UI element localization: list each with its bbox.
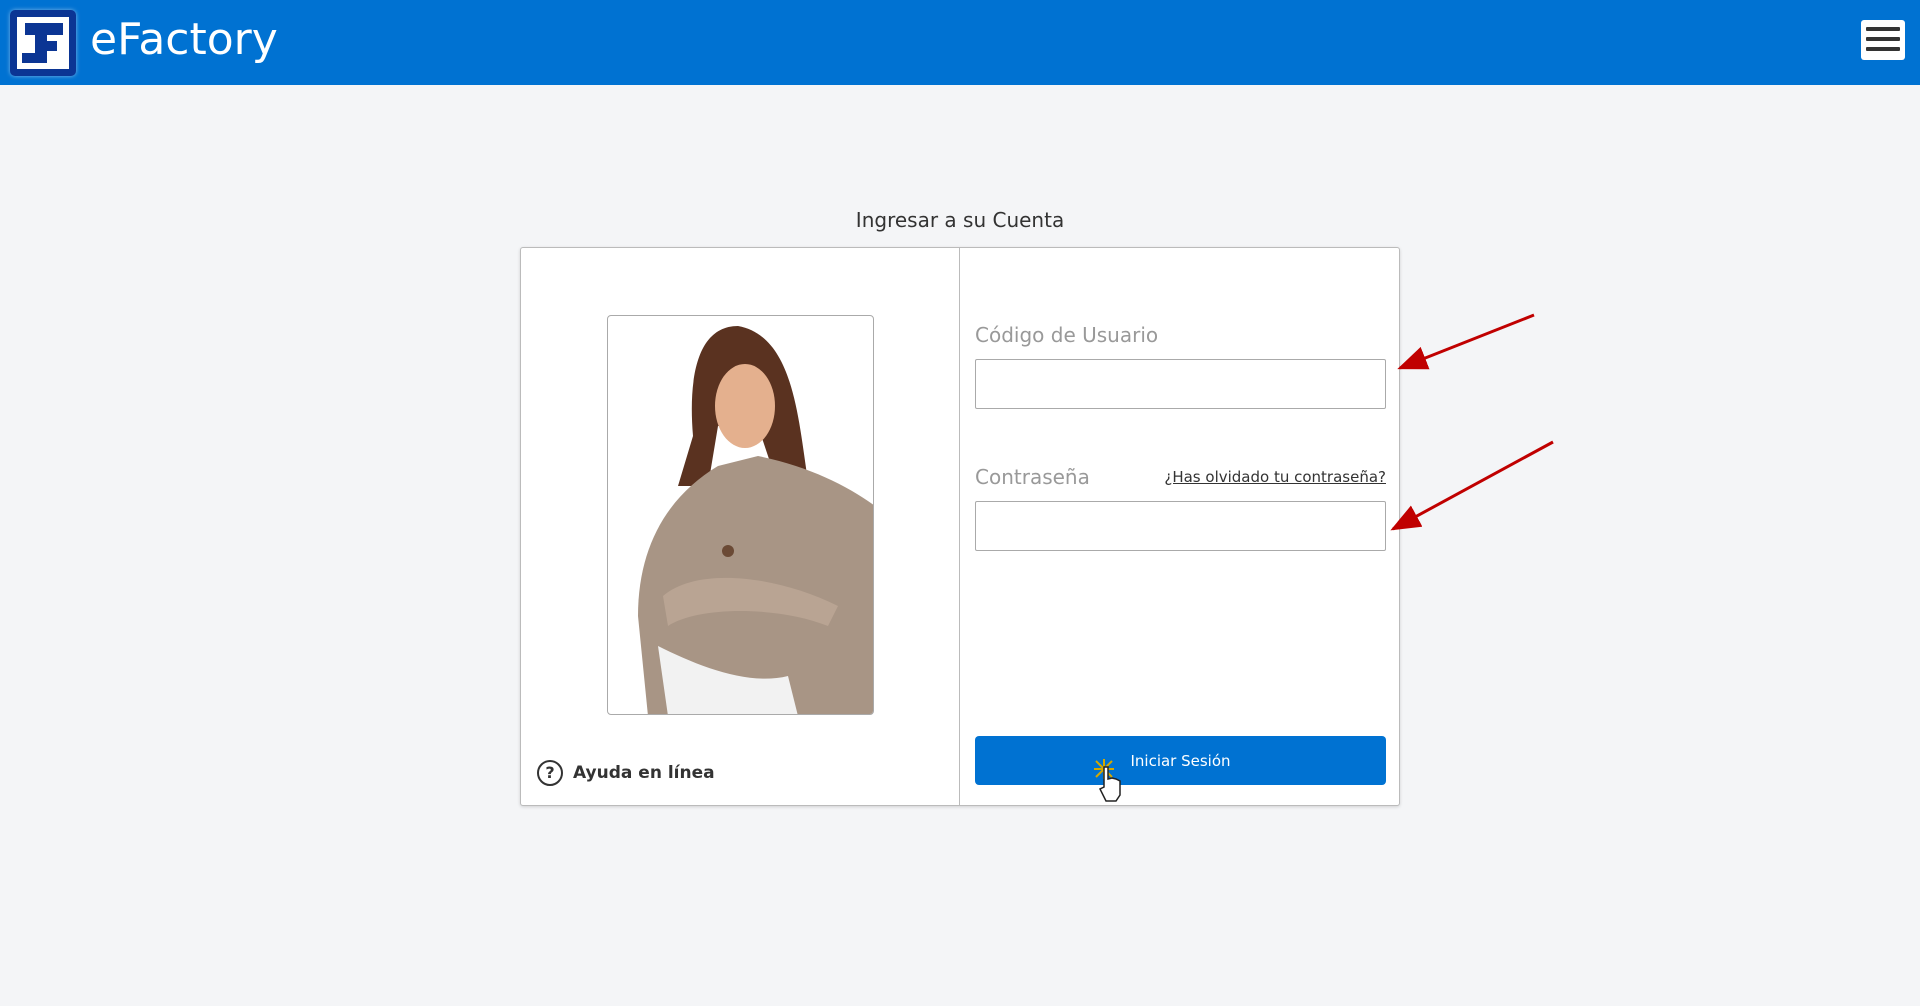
user-photo	[607, 315, 874, 715]
efactory-logo-icon[interactable]	[10, 10, 76, 76]
arrow-to-password	[1390, 440, 1554, 531]
password-label: Contraseña	[975, 465, 1090, 489]
login-card: ? Ayuda en línea Código de Usuario Contr…	[520, 247, 1400, 806]
password-input[interactable]	[975, 501, 1386, 551]
divider	[959, 248, 960, 805]
app-header: eFactory	[0, 0, 1920, 85]
app-brand: eFactory	[90, 14, 278, 65]
question-circle-icon: ?	[537, 760, 563, 786]
online-help-label: Ayuda en línea	[573, 763, 715, 783]
login-button[interactable]: Iniciar Sesión	[975, 736, 1386, 785]
hand-cursor-icon	[1094, 759, 1121, 802]
forgot-password-link[interactable]: ¿Has olvidado tu contraseña?	[1164, 468, 1386, 486]
username-input[interactable]	[975, 359, 1386, 409]
page-title: Ingresar a su Cuenta	[855, 208, 1065, 232]
online-help-link[interactable]: ? Ayuda en línea	[537, 760, 715, 786]
arrow-to-username	[1397, 313, 1535, 370]
hamburger-menu-icon[interactable]	[1861, 20, 1905, 60]
username-label: Código de Usuario	[975, 323, 1159, 347]
